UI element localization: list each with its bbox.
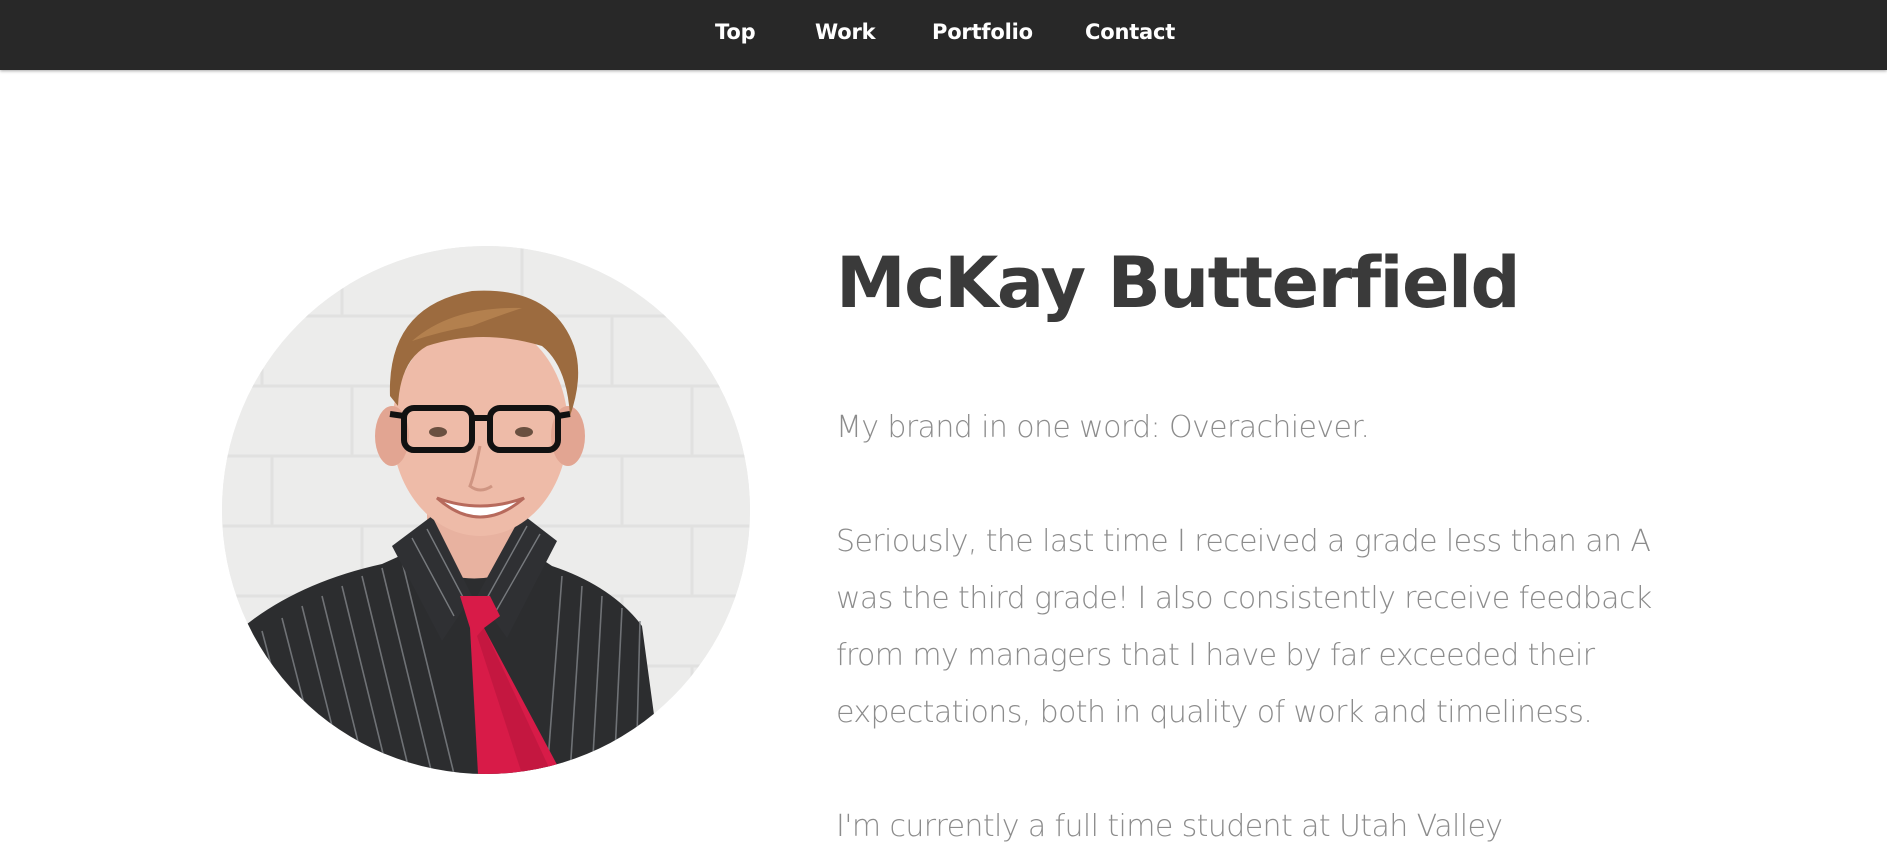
portrait-illustration xyxy=(222,246,750,774)
bio-paragraph-brand: My brand in one word: Overachiever. xyxy=(836,410,1370,445)
nav-link-work[interactable]: Work xyxy=(815,20,876,44)
profile-photo xyxy=(222,246,750,774)
nav-link-portfolio[interactable]: Portfolio xyxy=(932,20,1033,44)
top-navbar: Top Work Portfolio Contact xyxy=(0,0,1887,70)
profile-name: McKay Butterfield xyxy=(836,242,1521,324)
nav-link-contact[interactable]: Contact xyxy=(1085,20,1175,44)
bio-paragraph-grades: Seriously, the last time I received a gr… xyxy=(836,524,1652,730)
nav-list: Top Work Portfolio Contact xyxy=(0,0,1887,70)
bio-paragraph-student: I'm currently a full time student at Uta… xyxy=(836,809,1503,844)
nav-link-top[interactable]: Top xyxy=(715,20,756,44)
